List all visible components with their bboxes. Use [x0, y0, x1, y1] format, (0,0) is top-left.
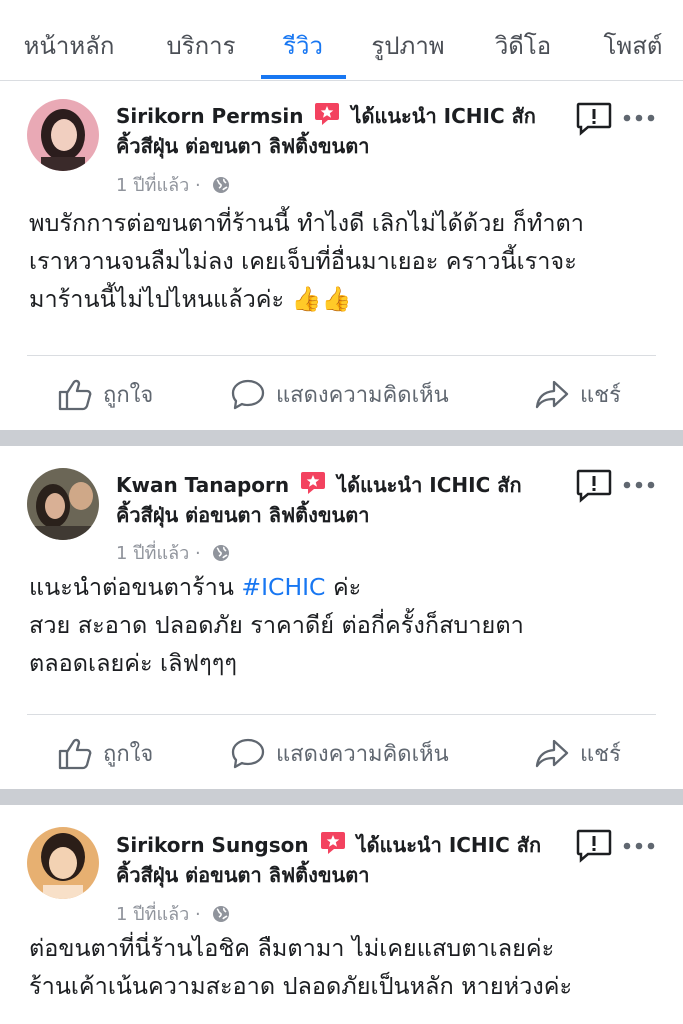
author-name[interactable]: Kwan Tanaporn: [116, 473, 289, 497]
post-time[interactable]: 1 ปีที่แล้ว: [116, 543, 189, 564]
post-meta: 1 ปีที่แล้ว ·: [116, 538, 230, 567]
tab-posts[interactable]: โพสต์: [604, 26, 663, 65]
meta-separator: ·: [194, 904, 201, 925]
like-button[interactable]: ถูกใจ: [57, 736, 153, 771]
comment-label: แสดงความคิดเห็น: [276, 742, 449, 767]
comment-button[interactable]: แสดงความคิดเห็น: [230, 736, 449, 771]
page-name[interactable]: ICHIC สัก: [429, 473, 521, 497]
avatar[interactable]: [27, 468, 99, 540]
author-name[interactable]: Sirikorn Permsin: [116, 104, 303, 128]
like-button[interactable]: ถูกใจ: [57, 377, 153, 412]
recommend-text: ได้แนะนำ: [351, 104, 437, 128]
like-label: ถูกใจ: [103, 742, 154, 767]
thumbs-up-emoji: 👍👍: [291, 285, 352, 313]
more-icon[interactable]: [622, 841, 656, 851]
review-post: Sirikorn Sungson ได้แนะนำ ICHIC สัก คิ้ว…: [0, 805, 683, 1024]
tab-photos[interactable]: รูปภาพ: [371, 26, 444, 65]
page-name-cont[interactable]: คิ้วสีฝุ่น ต่อขนตา ลิฟติ้งขนตา: [116, 134, 369, 158]
recommend-text: ได้แนะนำ: [356, 833, 442, 857]
comment-label: แสดงความคิดเห็น: [276, 383, 449, 408]
post-separator: [0, 430, 683, 446]
post-line: ต่อขนตาที่นี่ร้านไอชิค ลืมตามา ไม่เคยแสบ…: [29, 934, 555, 962]
globe-icon: [213, 906, 230, 922]
post-line-last: มาร้านนี้ไม่ไปไหนแล้วค่ะ 👍👍: [29, 280, 654, 318]
hashtag-link[interactable]: #ICHIC: [241, 573, 325, 601]
review-post: Kwan Tanaporn ได้แนะนำ ICHIC สัก คิ้วสีฝ…: [0, 446, 683, 789]
active-tab-indicator: [261, 75, 346, 79]
share-button[interactable]: แชร์: [534, 377, 621, 412]
page-name[interactable]: ICHIC สัก: [444, 104, 536, 128]
more-icon[interactable]: [622, 113, 656, 123]
page-tabs: หน้าหลัก บริการ รีวิว รูปภาพ วิดีโอ โพสต…: [0, 0, 683, 81]
post-line-text: มาร้านนี้ไม่ไปไหนแล้วค่ะ: [29, 285, 285, 313]
post-line: สวย สะอาด ปลอดภัย ราคาดีย์ ต่อกี่ครั้งก็…: [29, 611, 524, 639]
recommend-star-icon: [320, 832, 345, 854]
post-meta: 1 ปีที่แล้ว ·: [116, 170, 230, 199]
post-time[interactable]: 1 ปีที่แล้ว: [116, 904, 189, 925]
page-name-cont[interactable]: คิ้วสีฝุ่น ต่อขนตา ลิฟติ้งขนตา: [116, 503, 369, 527]
post-line: ตลอดเลยค่ะ เลิฟๆๆๆ: [29, 649, 237, 677]
post-meta: 1 ปีที่แล้ว ·: [116, 899, 230, 928]
post-line: ร้านเค้าเน้นความสะอาด ปลอดภัยเป็นหลัก หา…: [29, 972, 573, 1000]
tab-reviews[interactable]: รีวิว: [283, 26, 323, 65]
more-icon[interactable]: [622, 480, 656, 490]
meta-separator: ·: [194, 543, 201, 564]
avatar[interactable]: [27, 99, 99, 171]
recommend-star-icon: [301, 472, 326, 494]
author-name[interactable]: Sirikorn Sungson: [116, 833, 309, 857]
post-line: เราหวานจนลืมไม่ลง เคยเจ็บที่อื่นมาเยอะ ค…: [29, 247, 577, 275]
post-body: พบรักการต่อขนตาที่ร้านนี้ ทำไงดี เลิกไม่…: [29, 204, 654, 318]
tab-videos[interactable]: วิดีโอ: [495, 26, 551, 65]
post-header: Sirikorn Sungson ได้แนะนำ ICHIC สัก คิ้ว…: [116, 830, 571, 890]
recommend-text: ได้แนะนำ: [337, 473, 423, 497]
page-name-cont[interactable]: คิ้วสีฝุ่น ต่อขนตา ลิฟติ้งขนตา: [116, 863, 369, 887]
post-line-text: ค่ะ: [332, 573, 362, 601]
post-line: พบรักการต่อขนตาที่ร้านนี้ ทำไงดี เลิกไม่…: [29, 209, 585, 237]
comment-icon: [231, 379, 265, 409]
like-label: ถูกใจ: [103, 383, 154, 408]
tab-home[interactable]: หน้าหลัก: [24, 26, 115, 65]
post-time[interactable]: 1 ปีที่แล้ว: [116, 175, 189, 196]
report-icon[interactable]: [576, 829, 612, 863]
tab-services[interactable]: บริการ: [166, 26, 235, 65]
share-icon: [535, 739, 569, 767]
comment-button[interactable]: แสดงความคิดเห็น: [230, 377, 449, 412]
share-label: แชร์: [580, 383, 621, 408]
meta-separator: ·: [194, 175, 201, 196]
post-line-text: แนะนำต่อขนตาร้าน: [29, 573, 234, 601]
comment-icon: [231, 738, 265, 768]
globe-icon: [213, 177, 230, 193]
post-line: แนะนำต่อขนตาร้าน #ICHIC ค่ะ: [29, 568, 654, 606]
post-header: Kwan Tanaporn ได้แนะนำ ICHIC สัก คิ้วสีฝ…: [116, 470, 571, 530]
post-body: แนะนำต่อขนตาร้าน #ICHIC ค่ะ สวย สะอาด ปล…: [29, 568, 654, 682]
post-body: ต่อขนตาที่นี่ร้านไอชิค ลืมตามา ไม่เคยแสบ…: [29, 929, 654, 1005]
recommend-star-icon: [315, 103, 340, 125]
share-label: แชร์: [580, 742, 621, 767]
page-name[interactable]: ICHIC สัก: [449, 833, 541, 857]
divider: [27, 714, 656, 715]
post-separator: [0, 789, 683, 805]
like-icon: [58, 379, 92, 410]
globe-icon: [213, 545, 230, 561]
share-icon: [535, 380, 569, 408]
avatar[interactable]: [27, 827, 99, 899]
like-icon: [58, 738, 92, 769]
report-icon[interactable]: [576, 469, 612, 503]
post-header: Sirikorn Permsin ได้แนะนำ ICHIC สัก คิ้ว…: [116, 101, 571, 161]
share-button[interactable]: แชร์: [534, 736, 621, 771]
report-icon[interactable]: [576, 102, 612, 136]
divider: [27, 355, 656, 356]
review-post: Sirikorn Permsin ได้แนะนำ ICHIC สัก คิ้ว…: [0, 81, 683, 430]
